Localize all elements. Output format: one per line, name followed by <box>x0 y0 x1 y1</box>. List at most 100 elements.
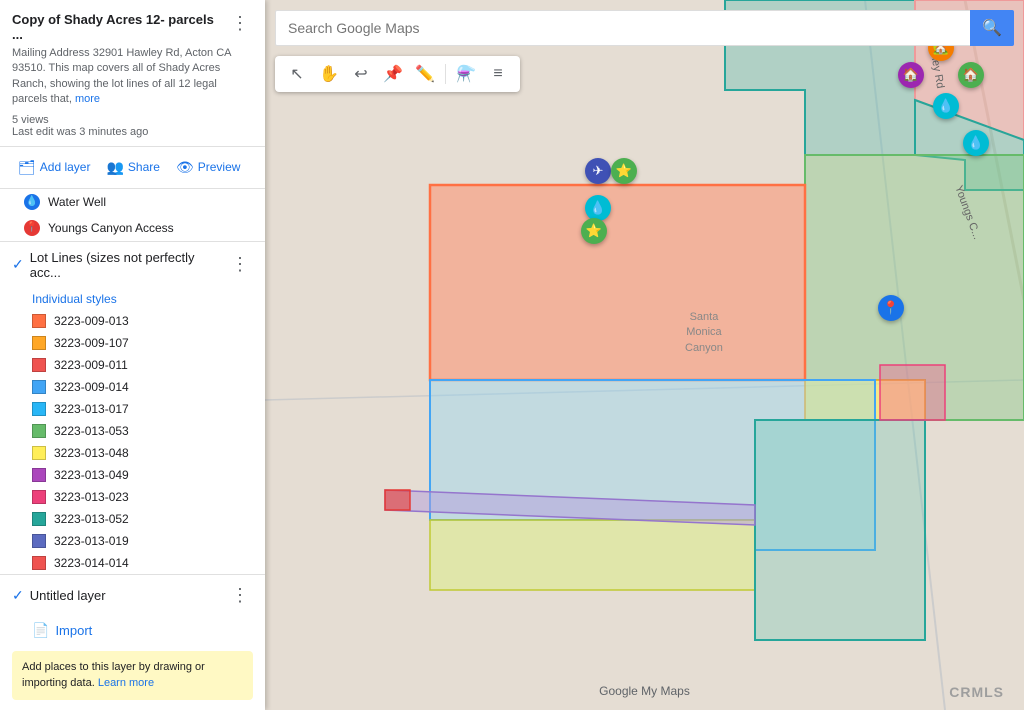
lot-item[interactable]: 3223-013-017 <box>0 398 265 420</box>
untitled-layer-1-menu-button[interactable]: ⋮ <box>227 583 253 608</box>
lot-color-swatch <box>32 490 46 504</box>
toolbar-separator <box>445 64 446 84</box>
lot-color-swatch <box>32 314 46 328</box>
crmls-watermark: CRMLS <box>949 684 1004 700</box>
search-icon: 🔍 <box>982 18 1002 38</box>
map-more-button[interactable]: ⋮ <box>227 12 253 34</box>
add-places-box: Add places to this layer by drawing or i… <box>12 651 253 700</box>
lot-lines-header[interactable]: ✓ Lot Lines (sizes not perfectly acc... … <box>0 242 265 288</box>
preview-button[interactable]: 👁 Preview <box>170 155 246 180</box>
lot-label: 3223-013-048 <box>54 446 129 460</box>
lot-item[interactable]: 3223-009-011 <box>0 354 265 376</box>
individual-styles-row: Individual styles <box>0 288 265 310</box>
search-input[interactable] <box>275 10 970 46</box>
lot-label: 3223-013-017 <box>54 402 129 416</box>
lot-label: 3223-009-011 <box>54 358 128 372</box>
lot-item[interactable]: 3223-013-019 <box>0 530 265 552</box>
menu-tool-button[interactable]: ≡ <box>484 60 512 88</box>
map-icon-green-star2[interactable]: ⭐ <box>581 218 607 244</box>
preview-icon: 👁 <box>176 159 194 176</box>
santa-canyon-label: SantaMonicaCanyon <box>685 310 723 356</box>
map-svg <box>265 0 1024 710</box>
more-link[interactable]: more <box>75 93 100 105</box>
cursor-tool-button[interactable]: ↖ <box>283 60 311 88</box>
untitled-layer-1-title: Untitled layer <box>30 588 227 603</box>
lot-color-swatch <box>32 380 46 394</box>
pin-tool-button[interactable]: 📌 <box>379 60 407 88</box>
lot-lines-section: ✓ Lot Lines (sizes not perfectly acc... … <box>0 242 265 575</box>
map-description: Mailing Address 32901 Hawley Rd, Acton C… <box>12 46 253 108</box>
import-button[interactable]: 📄 Import <box>0 616 265 645</box>
add-layer-button[interactable]: 🗂 Add layer <box>12 155 96 180</box>
lot-item[interactable]: 3223-013-053 <box>0 420 265 442</box>
lot-items-container: 3223-009-013 3223-009-107 3223-009-011 3… <box>0 310 265 574</box>
untitled-layer-1-header[interactable]: ✓ Untitled layer ⋮ <box>0 575 265 616</box>
pan-tool-button[interactable]: ✋ <box>315 60 343 88</box>
share-icon: 👥 <box>106 159 123 176</box>
map-icon-purple-top[interactable]: 🏠 <box>898 62 924 88</box>
lot-label: 3223-013-023 <box>54 490 129 504</box>
learn-more-link[interactable]: Learn more <box>98 677 154 689</box>
lot-color-swatch <box>32 556 46 570</box>
google-watermark: Google My Maps <box>599 684 690 698</box>
lot-item[interactable]: 3223-014-014 <box>0 552 265 574</box>
water-well-icon: 💧 <box>24 194 40 210</box>
map-icon-green-top[interactable]: 🏠 <box>958 62 984 88</box>
lot-item[interactable]: 3223-009-107 <box>0 332 265 354</box>
map-icon-blue-pin[interactable]: 📍 <box>878 295 904 321</box>
lot-item[interactable]: 3223-009-014 <box>0 376 265 398</box>
map-icon-teal-2[interactable]: 💧 <box>933 93 959 119</box>
map-title-section: Copy of Shady Acres 12- parcels ... ⋮ Ma… <box>0 0 265 147</box>
lot-item[interactable]: 3223-013-049 <box>0 464 265 486</box>
add-layer-icon: 🗂 <box>18 159 36 176</box>
lot-color-swatch <box>32 468 46 482</box>
sidebar: Copy of Shady Acres 12- parcels ... ⋮ Ma… <box>0 0 265 710</box>
lot-lines-title: Lot Lines (sizes not perfectly acc... <box>30 250 227 280</box>
lot-item[interactable]: 3223-013-023 <box>0 486 265 508</box>
lot-label: 3223-009-014 <box>54 380 129 394</box>
water-well-label: Water Well <box>48 195 106 209</box>
map-icon-blue-mid[interactable]: ✈ <box>585 158 611 184</box>
untitled-layer-1-check: ✓ <box>12 587 24 604</box>
lot-label: 3223-014-014 <box>54 556 129 570</box>
search-bar: 🔍 <box>275 10 1014 46</box>
lot-item[interactable]: 3223-013-048 <box>0 442 265 464</box>
import-icon: 📄 <box>32 622 49 639</box>
lot-item[interactable]: 3223-009-013 <box>0 310 265 332</box>
point-item-youngs-canyon[interactable]: 📍 Youngs Canyon Access <box>0 215 265 241</box>
lot-label: 3223-013-019 <box>54 534 129 548</box>
lot-label: 3223-013-052 <box>54 512 129 526</box>
lot-lines-check: ✓ <box>12 256 24 273</box>
undo-button[interactable]: ↩ <box>347 60 375 88</box>
individual-styles-label[interactable]: Individual styles <box>32 292 117 306</box>
lot-color-swatch <box>32 336 46 350</box>
lot-lines-menu-button[interactable]: ⋮ <box>227 252 253 277</box>
share-button[interactable]: 👥 Share <box>100 155 165 180</box>
map-icon-green-star[interactable]: ⭐ <box>611 158 637 184</box>
lot-label: 3223-013-049 <box>54 468 129 482</box>
map-icon-teal-mid[interactable]: 💧 <box>585 195 611 221</box>
map-area[interactable]: Youngs C... Hawley Rd SantaMonicaCanyon … <box>265 0 1024 710</box>
lot-label: 3223-009-107 <box>54 336 129 350</box>
untitled-layer-1-section: ✓ Untitled layer ⋮ 📄 Import Add places t… <box>0 575 265 710</box>
filter-tool-button[interactable]: ⚗️ <box>452 60 480 88</box>
points-layer-section: 💧 Water Well 📍 Youngs Canyon Access <box>0 189 265 242</box>
lot-color-swatch <box>32 424 46 438</box>
youngs-canyon-label: Youngs Canyon Access <box>48 221 174 235</box>
youngs-canyon-icon: 📍 <box>24 220 40 236</box>
map-title: Copy of Shady Acres 12- parcels ... <box>12 12 223 42</box>
map-toolbar: ↖ ✋ ↩ 📌 ✏️ ⚗️ ≡ <box>275 56 520 92</box>
lot-color-swatch <box>32 402 46 416</box>
lot-color-swatch <box>32 534 46 548</box>
lot-color-swatch <box>32 446 46 460</box>
layer-toolbar: 🗂 Add layer 👥 Share 👁 Preview <box>0 147 265 189</box>
map-views: 5 views Last edit was 3 minutes ago <box>12 114 253 138</box>
search-button[interactable]: 🔍 <box>970 10 1014 46</box>
lot-color-swatch <box>32 512 46 526</box>
lot-item[interactable]: 3223-013-052 <box>0 508 265 530</box>
lot-label: 3223-013-053 <box>54 424 129 438</box>
point-item-water-well[interactable]: 💧 Water Well <box>0 189 265 215</box>
draw-tool-button[interactable]: ✏️ <box>411 60 439 88</box>
lot-color-swatch <box>32 358 46 372</box>
map-icon-teal-3[interactable]: 💧 <box>963 130 989 156</box>
